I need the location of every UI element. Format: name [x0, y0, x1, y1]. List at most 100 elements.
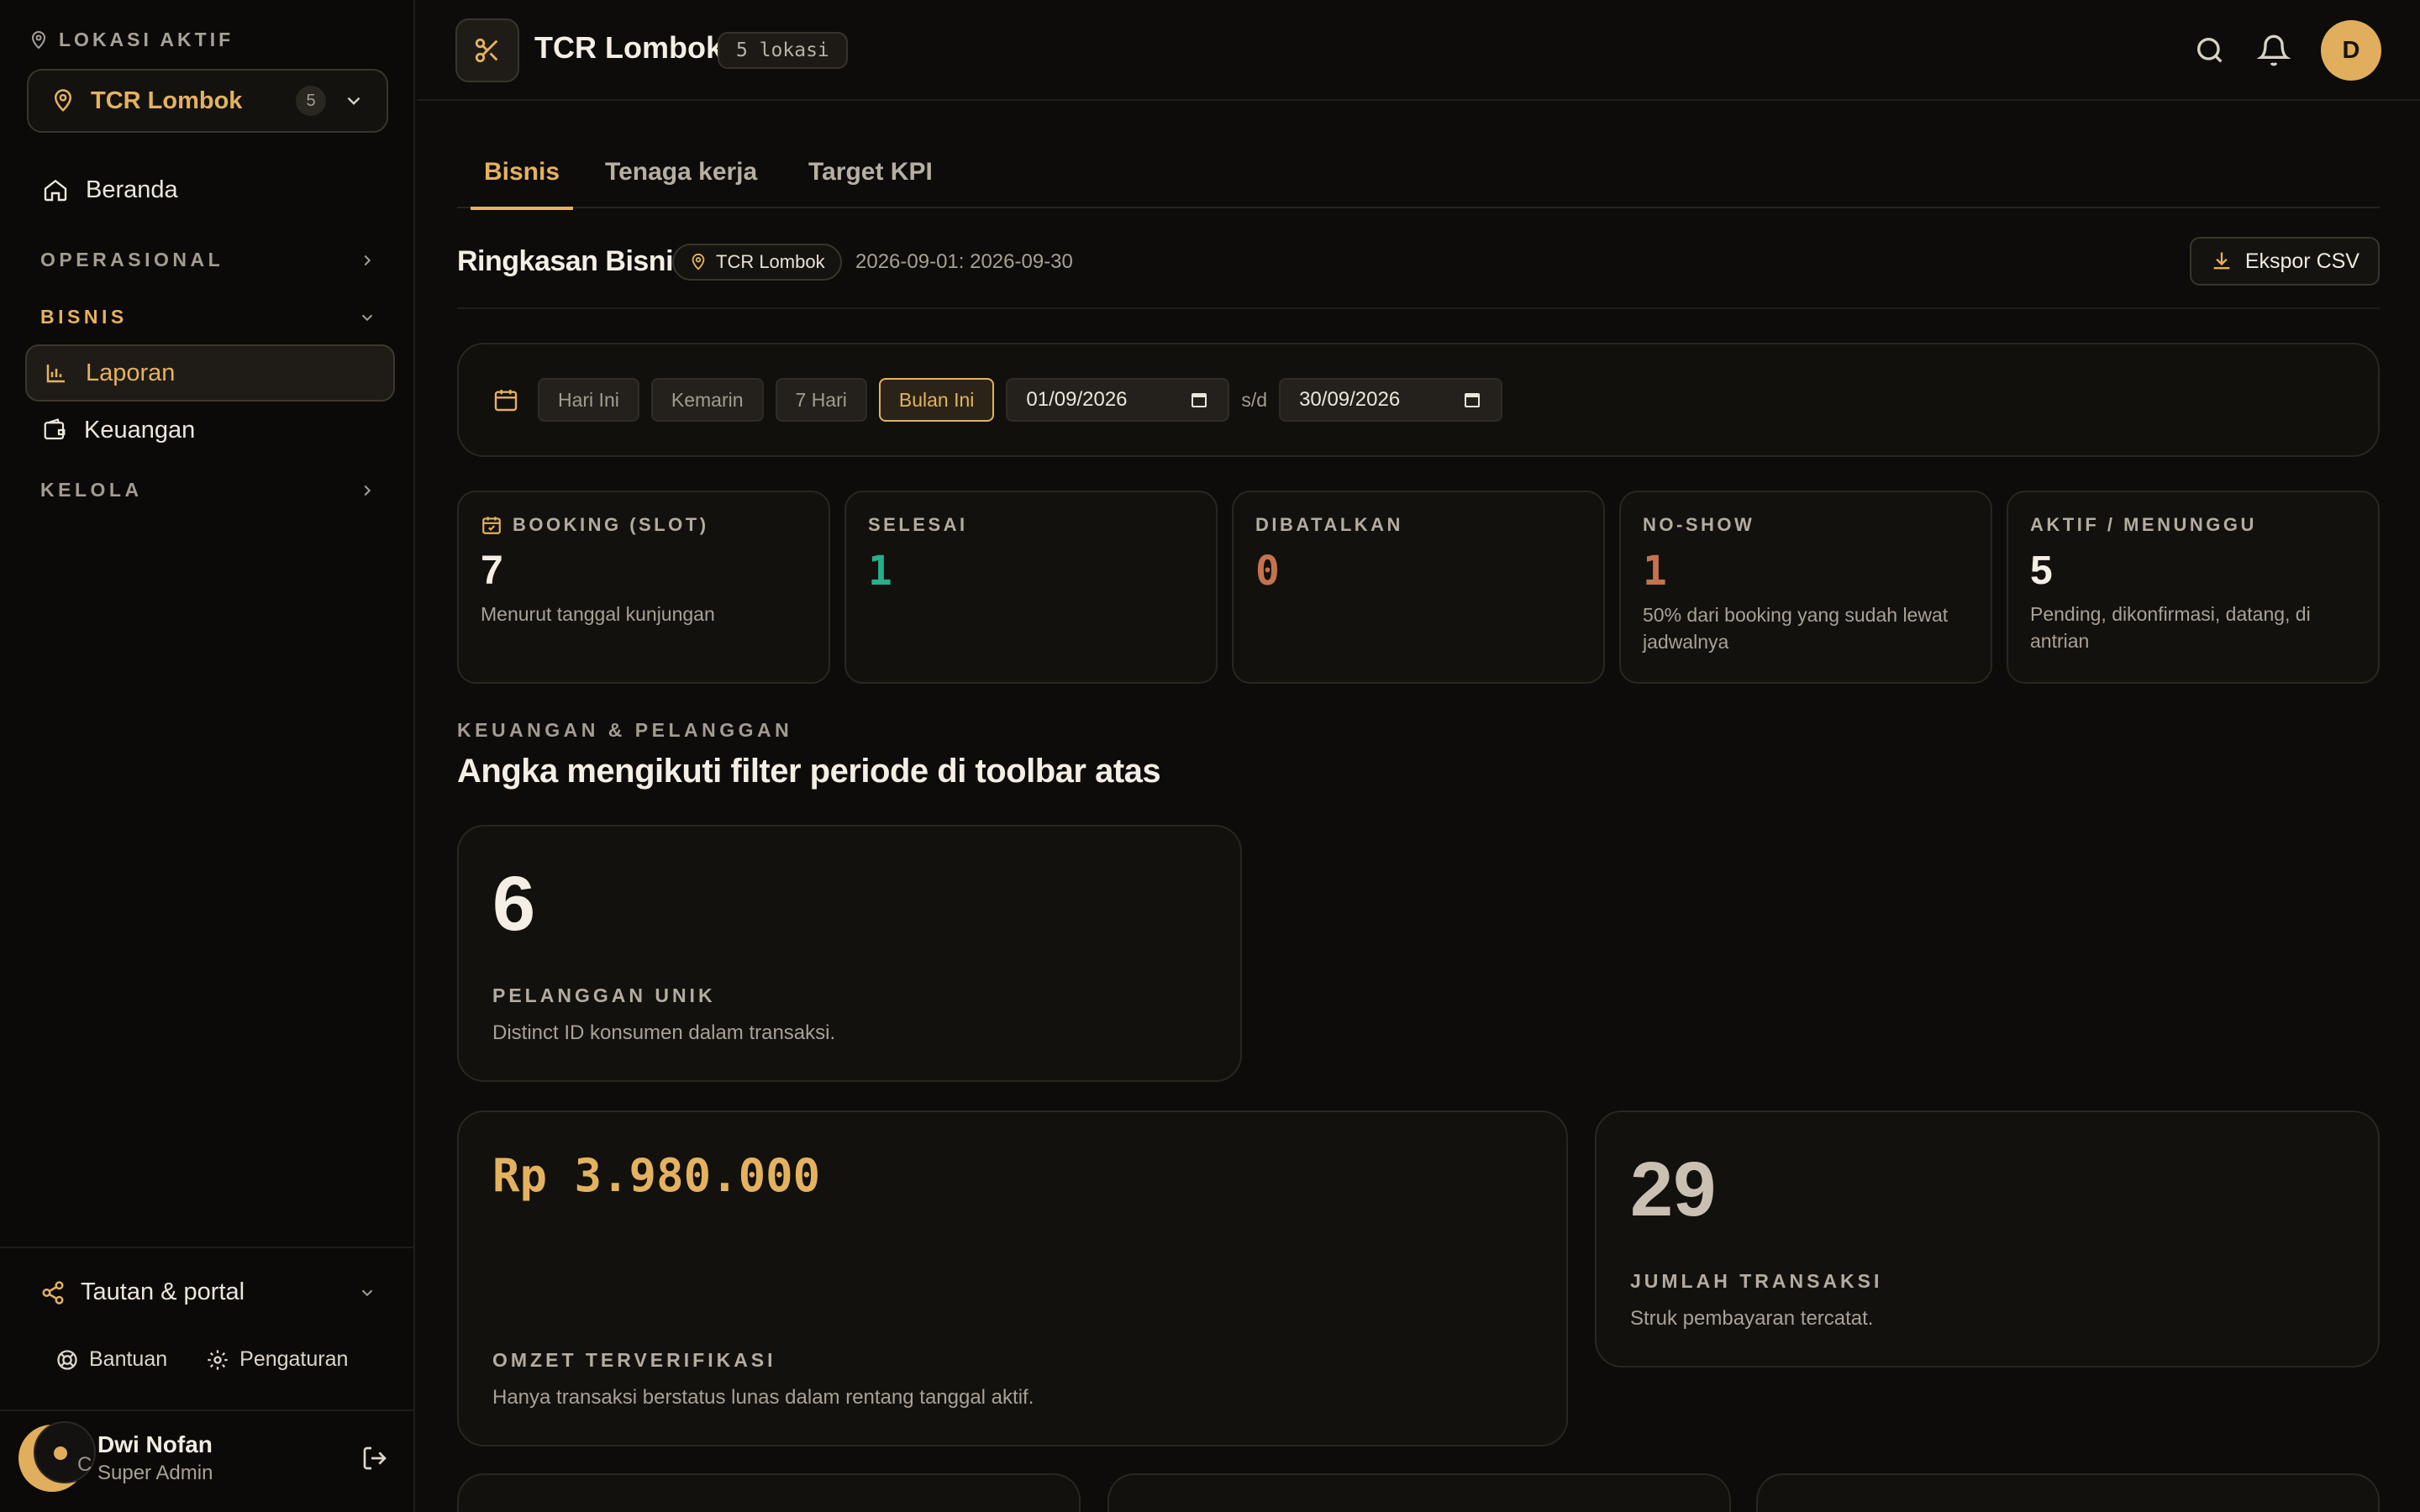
date-filter-toolbar: Hari Ini Kemarin 7 Hari Bulan Ini 01/09/… — [457, 343, 2380, 457]
sidebar-section-kelola[interactable]: KELOLA — [40, 479, 376, 501]
location-name: TCR Lombok — [91, 87, 243, 114]
card-label: PELANGGAN UNIK — [492, 984, 716, 1006]
settings-label: Pengaturan — [239, 1347, 349, 1371]
card-label: OMZET TERVERIFIKASI — [492, 1349, 776, 1371]
settings-link[interactable]: Pengaturan — [206, 1347, 348, 1372]
filter-yesterday[interactable]: Kemarin — [650, 378, 764, 422]
sidebar-item-laporan[interactable]: Laporan — [25, 344, 395, 402]
stat-label: BOOKING (SLOT) — [481, 514, 807, 536]
help-link[interactable]: Bantuan — [55, 1347, 167, 1372]
chevron-down-icon — [361, 314, 373, 321]
stat-value: 1 — [1643, 548, 1667, 595]
home-icon — [44, 179, 67, 202]
card-value: 29 — [1630, 1147, 1717, 1232]
stat-label-text: BOOKING (SLOT) — [513, 514, 709, 535]
filter-7-days[interactable]: 7 Hari — [775, 378, 867, 422]
card-label: JUMLAH TRANSAKSI — [1630, 1270, 1883, 1292]
sidebar-item-label: Keuangan — [84, 416, 196, 444]
avatar: C — [18, 1421, 96, 1492]
sidebar-divider — [0, 1410, 415, 1411]
app-logo[interactable] — [455, 18, 519, 82]
section-label: KELOLA — [40, 479, 143, 501]
summary-date-range: 2026-09-01: 2026-09-30 — [855, 250, 1073, 273]
wallet-icon — [44, 418, 66, 440]
card-desc: Hanya transaksi berstatus lunas dalam re… — [492, 1386, 1034, 1409]
location-select[interactable]: TCR Lombok 5 — [27, 69, 388, 133]
date-from-input[interactable]: 01/09/2026 — [1006, 378, 1230, 422]
user-avatar-button[interactable]: D — [2321, 20, 2381, 81]
topbar-actions: D — [2193, 20, 2381, 81]
date-separator: s/d — [1241, 388, 1268, 411]
bar-chart-icon — [46, 365, 65, 383]
tab-tenaga-kerja[interactable]: Tenaga kerja — [592, 158, 771, 207]
divider — [457, 307, 2380, 309]
card-value: 6 — [492, 861, 536, 947]
stat-desc: Pending, dikonfirmasi, datang, di antria… — [2030, 603, 2311, 652]
stat-value: 0 — [1255, 548, 1280, 595]
logout-icon[interactable] — [361, 1445, 388, 1472]
download-icon — [2213, 252, 2230, 270]
tab-target-kpi[interactable]: Target KPI — [795, 158, 946, 207]
sidebar-divider — [0, 1247, 415, 1248]
stat-value: 5 — [2030, 549, 2053, 593]
card-partial — [457, 1473, 1081, 1512]
sidebar-item-home[interactable]: Beranda — [25, 161, 395, 218]
stat-label: NO-SHOW — [1643, 514, 1755, 535]
sidebar-item-keuangan[interactable]: Keuangan — [25, 402, 395, 459]
summary-header: Ringkasan Bisnis TCR Lombok 2026-09-01: … — [457, 237, 2380, 304]
user-name: Dwi Nofan — [97, 1431, 213, 1457]
date-from-value: 01/09/2026 — [1026, 388, 1128, 411]
portal-links-toggle[interactable]: Tautan & portal — [40, 1278, 376, 1306]
stat-value: 1 — [868, 548, 892, 595]
share-icon — [42, 1280, 64, 1305]
user-profile[interactable]: C Dwi Nofan Super Admin — [18, 1418, 388, 1499]
active-location-label: LOKASI AKTIF — [29, 29, 234, 51]
sidebar-section-operasional[interactable]: OPERASIONAL — [40, 249, 376, 271]
stat-card-aktif: AKTIF / MENUNGGU 5 Pending, dikonfirmasi… — [2007, 491, 2380, 684]
scissors-icon — [475, 38, 498, 63]
summary-location-text: TCR Lombok — [716, 251, 825, 272]
gear-icon — [208, 1349, 228, 1370]
stat-card-dibatalkan: DIBATALKAN 0 — [1232, 491, 1605, 684]
portal-label: Tautan & portal — [81, 1278, 245, 1305]
location-count-badge: 5 — [296, 86, 326, 116]
sidebar-sub-links: Bantuan Pengaturan — [55, 1347, 348, 1372]
stat-card-no-show: NO-SHOW 1 50% dari booking yang sudah le… — [1619, 491, 1992, 684]
card-desc: Distinct ID konsumen dalam transaksi. — [492, 1021, 836, 1044]
sidebar-item-label: Laporan — [86, 359, 176, 386]
brand-title: TCR Lombok — [534, 30, 723, 65]
calendar-check-icon — [482, 517, 501, 534]
filter-this-month[interactable]: Bulan Ini — [878, 378, 995, 422]
stat-card-selesai: SELESAI 1 — [844, 491, 1218, 684]
section-title: Angka mengikuti filter periode di toolba… — [457, 753, 1161, 790]
stat-label: SELESAI — [868, 514, 968, 535]
date-to-input[interactable]: 30/09/2026 — [1279, 378, 1503, 422]
sidebar-section-bisnis[interactable]: BISNIS — [40, 306, 376, 328]
card-unique-customers: 6 PELANGGAN UNIK Distinct ID konsumen da… — [457, 825, 1242, 1082]
chevron-down-icon — [361, 1289, 373, 1296]
search-icon[interactable] — [2193, 34, 2227, 67]
card-desc: Struk pembayaran tercatat. — [1630, 1307, 1874, 1330]
lifebuoy-icon — [57, 1349, 77, 1370]
calendar-icon — [1465, 393, 1481, 407]
filter-today[interactable]: Hari Ini — [538, 378, 639, 422]
help-label: Bantuan — [89, 1347, 168, 1371]
map-pin-icon — [692, 253, 705, 270]
stat-card-booking: BOOKING (SLOT) 7 Menurut tanggal kunjung… — [457, 491, 830, 684]
stat-label: AKTIF / MENUNGGU — [2030, 514, 2257, 535]
locations-pill[interactable]: 5 lokasi — [718, 32, 848, 69]
export-csv-button[interactable]: Ekspor CSV — [2189, 237, 2380, 286]
stat-value: 7 — [481, 549, 503, 593]
stat-desc: Menurut tanggal kunjungan — [481, 603, 715, 625]
sidebar: LOKASI AKTIF TCR Lombok 5 Beranda OPERAS… — [0, 0, 415, 1512]
bell-icon[interactable] — [2257, 34, 2291, 67]
section-label: BISNIS — [40, 306, 128, 328]
calendar-icon — [1192, 393, 1207, 407]
tab-bisnis[interactable]: Bisnis — [471, 158, 574, 210]
tab-bar: Bisnis Tenaga kerja Target KPI — [457, 139, 2380, 210]
avatar-fragment: C — [77, 1453, 92, 1476]
map-pin-icon — [54, 89, 72, 112]
section-kicker: KEUANGAN & PELANGGAN — [457, 719, 793, 741]
summary-location-badge: TCR Lombok — [672, 244, 842, 281]
card-value: Rp 3.980.000 — [492, 1149, 821, 1202]
